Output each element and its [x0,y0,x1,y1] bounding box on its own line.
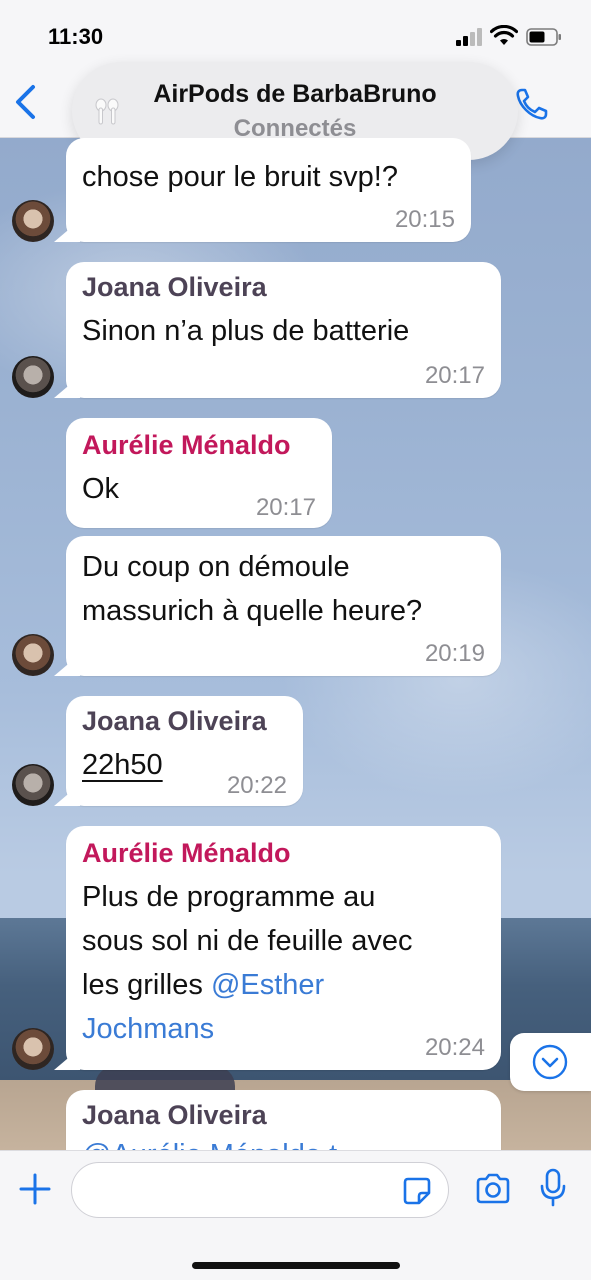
message-bubble[interactable]: chose pour le bruit svp!? 20:15 [54,138,471,242]
home-indicator [192,1262,400,1269]
phone-icon[interactable] [514,86,550,122]
sender-name[interactable]: Joana Oliveira [82,1100,267,1131]
airpods-title: AirPods de BarbaBruno [153,80,437,108]
wifi-icon [490,25,518,45]
message-time: 20:22 [226,772,287,799]
avatar[interactable] [12,356,54,398]
avatar[interactable] [12,764,54,806]
avatar[interactable] [12,1028,54,1070]
message-bubble[interactable]: Du coup on démoule massurich à quelle he… [54,536,501,676]
message-text: sous sol ni de feuille avec [82,925,413,957]
chevron-down-icon [532,1044,568,1080]
sticker-icon[interactable] [402,1176,432,1206]
message-bubble[interactable]: Joana Oliveira Sinon n’a plus de batteri… [54,262,501,398]
message-time: 20:17 [424,362,485,389]
sender-name[interactable]: Joana Oliveira [82,706,267,737]
back-icon[interactable] [10,82,44,122]
battery-icon [526,28,561,46]
message-bubble[interactable]: Joana Oliveira @Aurélie Ménaldo t [66,1090,501,1150]
message-text: Plus de programme au [82,881,376,913]
message-input[interactable] [71,1162,449,1218]
scroll-to-bottom-button[interactable] [510,1033,591,1091]
message-bubble[interactable]: Aurélie Ménaldo Ok 20:17 [66,418,332,528]
message-text: les grilles @Esther [82,964,324,1006]
mention-link[interactable]: @Esther [211,969,324,1001]
message-text[interactable]: 22h50 [82,744,163,786]
message-text: Ok [82,473,120,505]
message-time: 20:17 [255,494,316,521]
message-time: 20:24 [424,1034,485,1061]
message-text-part: les grilles [82,969,211,1001]
camera-icon[interactable] [474,1172,512,1206]
message-bubble[interactable]: Joana Oliveira 22h50 20:22 [54,696,303,806]
message-text: Sinon n’a plus de batterie [82,315,410,347]
status-time: 11:30 [48,24,104,49]
message-time: 20:15 [394,206,455,233]
plus-icon[interactable] [18,1172,52,1206]
sender-name[interactable]: Aurélie Ménaldo [82,430,291,461]
avatar[interactable] [12,634,54,676]
sender-name[interactable]: Aurélie Ménaldo [82,838,291,869]
message-time: 20:19 [424,640,485,667]
cellular-signal-icon [456,28,484,46]
avatar[interactable] [12,200,54,242]
mic-icon[interactable] [538,1168,568,1208]
sender-name[interactable]: Joana Oliveira [82,272,267,303]
mention-link[interactable]: Jochmans [82,1008,214,1050]
message-text: Du coup on démoule [82,551,350,583]
message-bubble[interactable]: Aurélie Ménaldo Plus de programme au sou… [54,826,501,1070]
message-text: chose pour le bruit svp!? [82,161,398,193]
message-text: massurich à quelle heure? [82,595,423,627]
mention-link[interactable]: @Aurélie Ménaldo t [82,1134,337,1150]
